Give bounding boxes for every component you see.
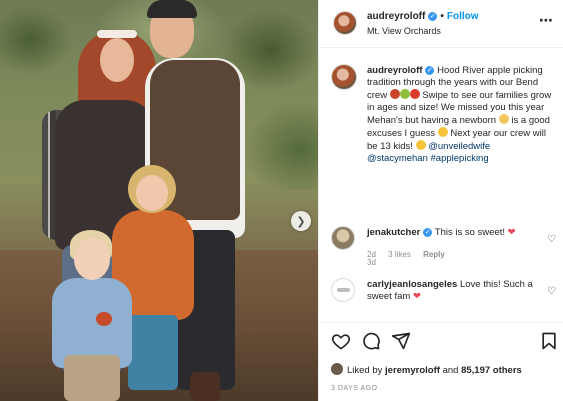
next-arrow-icon: ❯ <box>296 215 306 228</box>
reply-button[interactable]: Reply <box>423 250 445 259</box>
post-location[interactable]: Mt. View Orchards <box>367 26 441 36</box>
hearts-face-emoji-icon <box>415 140 426 150</box>
verified-badge-icon: ✓ <box>425 66 435 75</box>
likes-summary: Liked by jeremyroloff and 85,197 others <box>331 363 522 376</box>
grimace-emoji-icon <box>437 127 448 137</box>
follow-button[interactable]: Follow <box>447 11 479 22</box>
comment-meta: 2d 3 likes Reply <box>367 250 455 259</box>
apple <box>96 312 112 326</box>
comment-like-heart-icon[interactable]: ♡ <box>547 286 556 297</box>
red-apple-emoji-icon <box>409 89 420 99</box>
post-side-panel: audreyroloff ✓ • Follow Mt. View Orchards ⋯… <box>318 0 563 401</box>
caption-username[interactable]: audreyroloff <box>367 65 422 76</box>
comment-icon[interactable] <box>361 331 381 351</box>
verified-badge-icon: ✓ <box>428 12 438 21</box>
mention-stacymehan[interactable]: @stacymehan <box>367 153 428 164</box>
apple-emoji-icon <box>389 89 400 99</box>
like-heart-icon[interactable] <box>331 331 351 351</box>
post-actions-bar <box>319 322 563 360</box>
author-username[interactable]: audreyroloff <box>367 11 425 22</box>
share-icon[interactable] <box>391 331 411 351</box>
father-boots <box>190 372 220 401</box>
liker-avatar <box>331 363 343 375</box>
author-avatar[interactable] <box>333 11 357 35</box>
next-photo-button[interactable]: ❯ <box>291 211 311 231</box>
commenter-avatar[interactable] <box>331 278 355 302</box>
comment-like-heart-icon[interactable]: ♡ <box>547 234 556 245</box>
boy-pants <box>64 355 120 401</box>
green-apple-emoji-icon <box>399 89 410 99</box>
likes-prefix: Liked by <box>347 365 383 376</box>
save-bookmark-icon[interactable] <box>539 331 559 351</box>
comment-age: 2d <box>367 250 376 259</box>
comment-text: jenakutcher ✓ This is so sweet! ❤ <box>367 227 537 239</box>
liker-username[interactable]: jeremyroloff <box>385 365 440 376</box>
likes-connector: and <box>442 365 459 376</box>
post-age[interactable]: 3 DAYS AGO <box>331 385 378 392</box>
girl-leggings <box>128 315 178 390</box>
caption-text: audreyroloff ✓ Hood River apple picking t… <box>367 65 553 165</box>
red-heart-emoji-icon: ❤ <box>412 291 421 302</box>
comment-text: carlyjeanlosangeles Love this! Such a sw… <box>367 279 537 303</box>
comment-body: This is so sweet! <box>434 227 506 238</box>
commenter-username[interactable]: jenakutcher <box>367 227 420 238</box>
caption-author-avatar[interactable] <box>331 64 357 90</box>
mother-face <box>100 38 134 82</box>
headband <box>97 30 137 38</box>
commenter-username[interactable]: carlyjeanlosangeles <box>367 279 457 290</box>
comment-likes[interactable]: 3 likes <box>388 250 411 259</box>
father-cap <box>147 0 197 18</box>
boy-face <box>74 238 110 280</box>
hashtag-applepicking[interactable]: #applepicking <box>431 153 489 164</box>
commenter-avatar[interactable] <box>331 226 355 250</box>
red-heart-emoji-icon: ❤ <box>507 227 516 238</box>
verified-badge-icon: ✓ <box>423 228 433 237</box>
mention-unveiledwife[interactable]: @unveiledwife <box>428 141 490 152</box>
post-header: audreyroloff ✓ • Follow Mt. View Orchards ⋯ <box>319 0 563 48</box>
more-options-icon[interactable]: ⋯ <box>539 12 554 29</box>
separator-dot: • <box>440 11 444 22</box>
caption-timestamp: 3d <box>367 258 376 267</box>
likes-count[interactable]: 85,197 others <box>461 365 522 376</box>
post-photo[interactable]: ❯ <box>0 0 318 401</box>
girl-face <box>136 175 168 211</box>
baby-emoji-icon <box>498 114 509 124</box>
